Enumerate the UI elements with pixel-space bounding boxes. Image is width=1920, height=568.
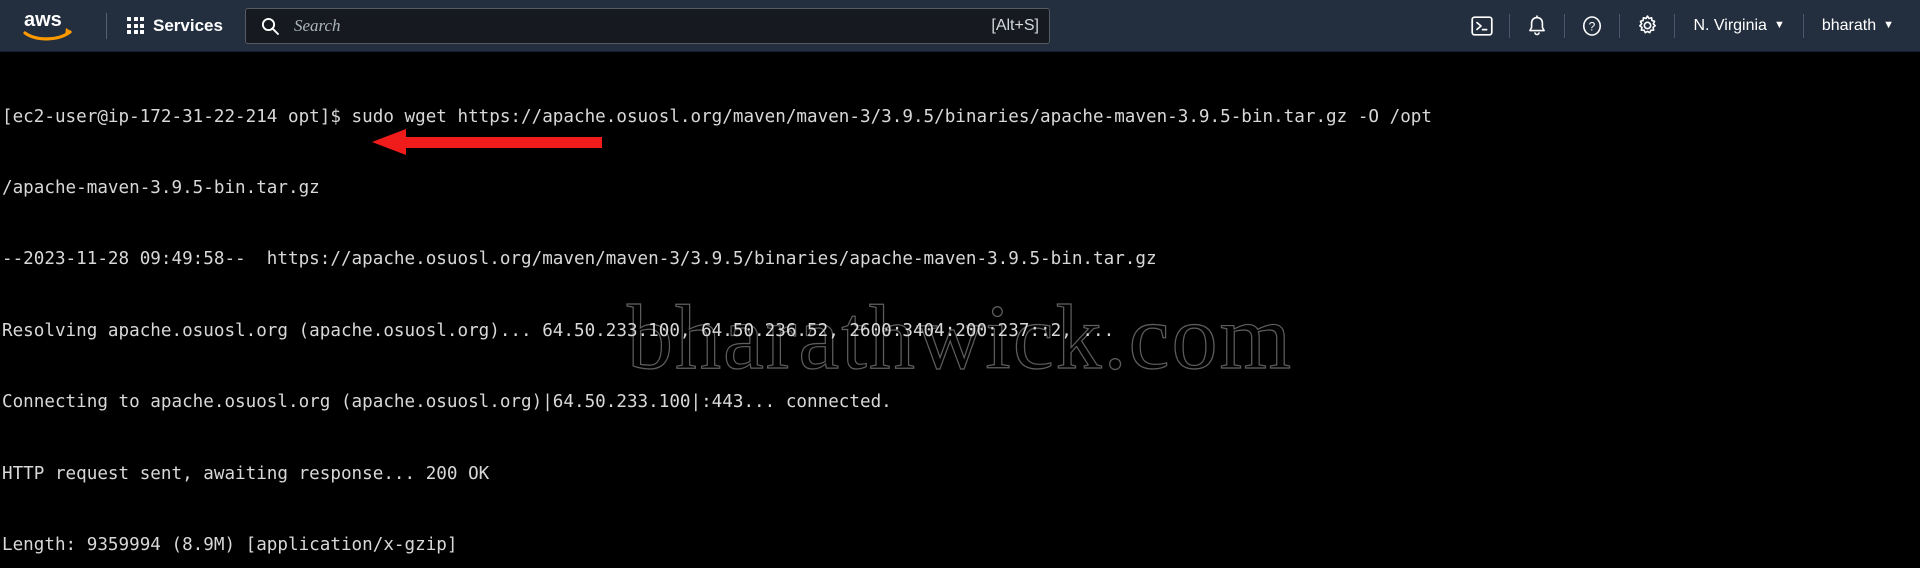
cloudshell-icon bbox=[1471, 15, 1494, 36]
terminal-line: Length: 9359994 (8.9M) [application/x-gz… bbox=[2, 534, 458, 555]
search-icon bbox=[261, 17, 279, 35]
notifications-bell-icon bbox=[1529, 14, 1546, 35]
svg-text:aws: aws bbox=[24, 9, 62, 31]
terminal-line: [ec2-user@ip-172-31-22-214 opt]$ sudo wg… bbox=[2, 106, 1432, 127]
svg-text:?: ? bbox=[1589, 19, 1596, 33]
help-button[interactable]: ? bbox=[1571, 8, 1613, 44]
header-divider-left bbox=[106, 12, 107, 39]
search-input[interactable] bbox=[291, 14, 984, 37]
search-shortcut-hint: [Alt+S] bbox=[991, 16, 1039, 34]
services-menu-button[interactable]: Services bbox=[121, 11, 229, 41]
header-separator-5 bbox=[1802, 13, 1804, 38]
aws-console-header: aws Services [Alt+S] bbox=[0, 0, 1920, 52]
terminal-output: [ec2-user@ip-172-31-22-214 opt]$ sudo wg… bbox=[0, 52, 1920, 568]
header-separator-3 bbox=[1619, 13, 1621, 38]
aws-logo[interactable]: aws bbox=[22, 6, 80, 46]
help-question-icon: ? bbox=[1583, 15, 1602, 36]
cloudshell-button[interactable] bbox=[1461, 8, 1503, 44]
header-right-cluster: ? N. Virginia ▼ bharath ▼ bbox=[1443, 8, 1906, 44]
terminal-line: Connecting to apache.osuosl.org (apache.… bbox=[2, 392, 892, 413]
header-separator-4 bbox=[1674, 13, 1676, 38]
chevron-down-icon: ▼ bbox=[1773, 19, 1785, 31]
header-separator-2 bbox=[1564, 13, 1566, 38]
terminal-line: /apache-maven-3.9.5-bin.tar.gz bbox=[2, 177, 320, 198]
settings-gear-icon bbox=[1638, 15, 1656, 34]
global-search-bar[interactable]: [Alt+S] bbox=[244, 7, 1050, 44]
grid-menu-icon bbox=[127, 17, 144, 34]
account-menu[interactable]: bharath ▼ bbox=[1810, 10, 1906, 42]
region-selector[interactable]: N. Virginia ▼ bbox=[1681, 10, 1796, 42]
account-label: bharath bbox=[1821, 16, 1877, 34]
settings-button[interactable] bbox=[1626, 8, 1668, 44]
terminal-line: --2023-11-28 09:49:58-- https://apache.o… bbox=[2, 249, 1157, 270]
terminal-line: HTTP request sent, awaiting response... … bbox=[2, 463, 490, 484]
chevron-down-icon: ▼ bbox=[1883, 19, 1894, 31]
aws-logo-icon: aws bbox=[23, 9, 72, 40]
terminal-line: Resolving apache.osuosl.org (apache.osuo… bbox=[2, 320, 1115, 341]
region-label: N. Virginia bbox=[1693, 16, 1767, 34]
services-menu-label: Services bbox=[153, 15, 223, 35]
notifications-button[interactable] bbox=[1516, 8, 1558, 44]
terminal-window[interactable]: bharathwick.com [ec2-user@ip-172-31-22-2… bbox=[0, 52, 1920, 568]
header-separator-1 bbox=[1509, 13, 1511, 38]
